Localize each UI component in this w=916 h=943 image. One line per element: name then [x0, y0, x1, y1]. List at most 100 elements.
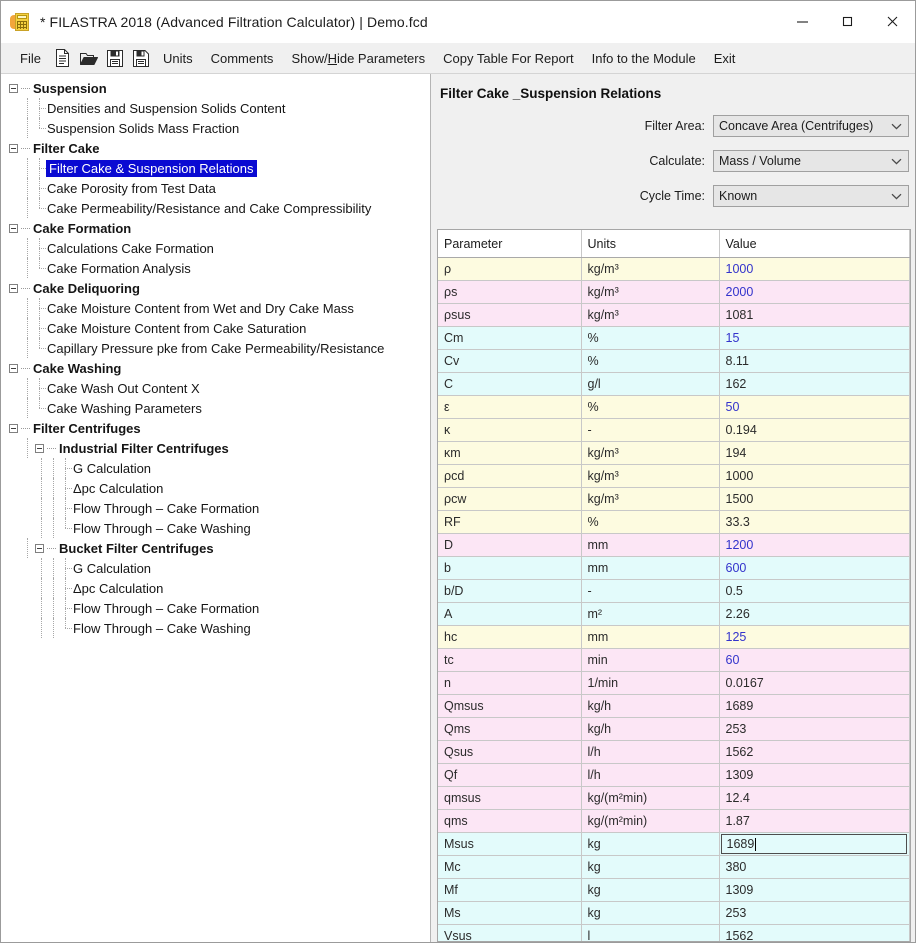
cell-value[interactable]: 600	[719, 556, 910, 580]
tree-collapse-icon[interactable]	[9, 423, 18, 433]
tree-item-cake-moisture-content-from-wet-and-dry-cake-mass[interactable]: Cake Moisture Content from Wet and Dry C…	[1, 298, 430, 318]
tree-collapse-icon[interactable]	[35, 443, 44, 453]
table-row[interactable]: Qsus l/h 1562	[438, 740, 910, 764]
table-row[interactable]: tc min 60	[438, 648, 910, 672]
chevron-down-icon[interactable]	[891, 189, 902, 203]
cell-value[interactable]: 2.26	[719, 602, 910, 626]
table-row[interactable]: hc mm 125	[438, 625, 910, 649]
cell-value[interactable]: 1689	[719, 832, 910, 856]
cell-value[interactable]: 12.4	[719, 786, 910, 810]
tree-item-cake-permeability-resistance-and-cake-compressibility[interactable]: Cake Permeability/Resistance and Cake Co…	[1, 198, 430, 218]
menu-exit[interactable]: Exit	[705, 48, 745, 69]
parameter-table-container[interactable]: Parameter Units Value ρ kg/m³ 1000 ρs kg/m³ 2…	[437, 229, 911, 942]
cell-value[interactable]: 0.194	[719, 418, 910, 442]
tree-collapse-icon[interactable]	[9, 143, 18, 153]
table-row[interactable]: ρcw kg/m³ 1500	[438, 487, 910, 511]
table-row[interactable]: b mm 600	[438, 556, 910, 580]
menu-copy-table-for-report[interactable]: Copy Table For Report	[434, 48, 583, 69]
cell-value[interactable]: 1081	[719, 303, 910, 327]
table-row[interactable]: qms kg/(m²min) 1.87	[438, 809, 910, 833]
tree-collapse-icon[interactable]	[9, 283, 18, 293]
cell-value[interactable]: 1309	[719, 763, 910, 787]
cell-value[interactable]: 1562	[719, 924, 910, 941]
table-row[interactable]: Dmm 1200	[438, 533, 910, 557]
table-row[interactable]: Mf kg 1309	[438, 878, 910, 902]
dropdown-filter-area[interactable]: Concave Area (Centrifuges)	[713, 115, 909, 137]
active-cell-editor[interactable]: 1689	[720, 834, 907, 854]
cell-value[interactable]: 1.87	[719, 809, 910, 833]
tree-item-flow-through-cake-formation[interactable]: Flow Through – Cake Formation	[1, 498, 430, 518]
table-row[interactable]: n 1/min 0.0167	[438, 671, 910, 695]
tree-item-pc-calculation[interactable]: Δpc Calculation	[1, 478, 430, 498]
cell-value[interactable]: 253	[719, 901, 910, 925]
tree-item-cake-wash-out-content-x[interactable]: Cake Wash Out Content X	[1, 378, 430, 398]
tree-collapse-icon[interactable]	[35, 543, 44, 553]
tree-item-suspension-solids-mass-fraction[interactable]: Suspension Solids Mass Fraction	[1, 118, 430, 138]
cell-value[interactable]: 1200	[719, 533, 910, 557]
tree-item-cake-washing[interactable]: Cake Washing	[1, 358, 430, 378]
tree-item-capillary-pressure-pke-from-cake-permeability-resistance[interactable]: Capillary Pressure pke from Cake Permeab…	[1, 338, 430, 358]
table-row[interactable]: κ -0.194	[438, 418, 910, 442]
table-row[interactable]: Qf l/h 1309	[438, 763, 910, 787]
save-icon[interactable]	[102, 46, 128, 70]
table-row[interactable]: Qms kg/h 253	[438, 717, 910, 741]
menu-show-hide-parameters[interactable]: Show/Hide Parameters	[282, 48, 434, 69]
table-row[interactable]: ρ kg/m³ 1000	[438, 257, 910, 281]
open-folder-icon[interactable]	[76, 46, 102, 70]
table-row[interactable]: ρs kg/m³ 2000	[438, 280, 910, 304]
table-row[interactable]: Am² 2.26	[438, 602, 910, 626]
tree-item-densities-and-suspension-solids-content[interactable]: Densities and Suspension Solids Content	[1, 98, 430, 118]
table-row[interactable]: Ms kg 253	[438, 901, 910, 925]
tree-item-g-calculation[interactable]: G Calculation	[1, 558, 430, 578]
dropdown-cycle-time[interactable]: Known	[713, 185, 909, 207]
tree-item-industrial-filter-centrifuges[interactable]: Industrial Filter Centrifuges	[1, 438, 430, 458]
tree-item-cake-formation[interactable]: Cake Formation	[1, 218, 430, 238]
table-row[interactable]: Cg/l 162	[438, 372, 910, 396]
table-row[interactable]: κm kg/m³ 194	[438, 441, 910, 465]
cell-value[interactable]: 60	[719, 648, 910, 672]
tree-item-cake-formation-analysis[interactable]: Cake Formation Analysis	[1, 258, 430, 278]
tree-collapse-icon[interactable]	[9, 83, 18, 93]
new-document-icon[interactable]	[50, 46, 76, 70]
tree-item-suspension[interactable]: Suspension	[1, 78, 430, 98]
cell-value[interactable]: 0.5	[719, 579, 910, 603]
tree-item-cake-washing-parameters[interactable]: Cake Washing Parameters	[1, 398, 430, 418]
tree-item-calculations-cake-formation[interactable]: Calculations Cake Formation	[1, 238, 430, 258]
minimize-button[interactable]	[780, 1, 825, 42]
tree-item-pc-calculation[interactable]: Δpc Calculation	[1, 578, 430, 598]
menu-file[interactable]: File	[11, 48, 50, 69]
tree-item-flow-through-cake-formation[interactable]: Flow Through – Cake Formation	[1, 598, 430, 618]
cell-value[interactable]: 125	[719, 625, 910, 649]
table-row[interactable]: ε% 50	[438, 395, 910, 419]
cell-value[interactable]: 0.0167	[719, 671, 910, 695]
cell-value[interactable]: 253	[719, 717, 910, 741]
table-row[interactable]: Vsus l 1562	[438, 924, 910, 941]
cell-value[interactable]: 1689	[719, 694, 910, 718]
cell-value[interactable]: 15	[719, 326, 910, 350]
tree-item-flow-through-cake-washing[interactable]: Flow Through – Cake Washing	[1, 518, 430, 538]
table-row[interactable]: Qmsus kg/h 1689	[438, 694, 910, 718]
table-row[interactable]: b/D -0.5	[438, 579, 910, 603]
cell-value[interactable]: 1562	[719, 740, 910, 764]
close-button[interactable]	[870, 1, 915, 42]
menu-units[interactable]: Units	[154, 48, 202, 69]
menu-info-to-the-module[interactable]: Info to the Module	[583, 48, 705, 69]
tree-item-flow-through-cake-washing[interactable]: Flow Through – Cake Washing	[1, 618, 430, 638]
table-row[interactable]: Cm% 15	[438, 326, 910, 350]
tree-item-cake-moisture-content-from-cake-saturation[interactable]: Cake Moisture Content from Cake Saturati…	[1, 318, 430, 338]
menu-comments[interactable]: Comments	[202, 48, 283, 69]
chevron-down-icon[interactable]	[891, 119, 902, 133]
cell-value[interactable]: 8.11	[719, 349, 910, 373]
save-as-icon[interactable]	[128, 46, 154, 70]
table-row[interactable]: qmsus kg/(m²min) 12.4	[438, 786, 910, 810]
cell-value[interactable]: 1000	[719, 464, 910, 488]
tree-collapse-icon[interactable]	[9, 363, 18, 373]
tree-item-bucket-filter-centrifuges[interactable]: Bucket Filter Centrifuges	[1, 538, 430, 558]
table-row[interactable]: Mc kg 380	[438, 855, 910, 879]
dropdown-calculate[interactable]: Mass / Volume	[713, 150, 909, 172]
cell-value[interactable]: 1500	[719, 487, 910, 511]
chevron-down-icon[interactable]	[891, 154, 902, 168]
column-header-parameter[interactable]: Parameter	[438, 230, 582, 258]
cell-value[interactable]: 50	[719, 395, 910, 419]
table-row[interactable]: ρcd kg/m³ 1000	[438, 464, 910, 488]
